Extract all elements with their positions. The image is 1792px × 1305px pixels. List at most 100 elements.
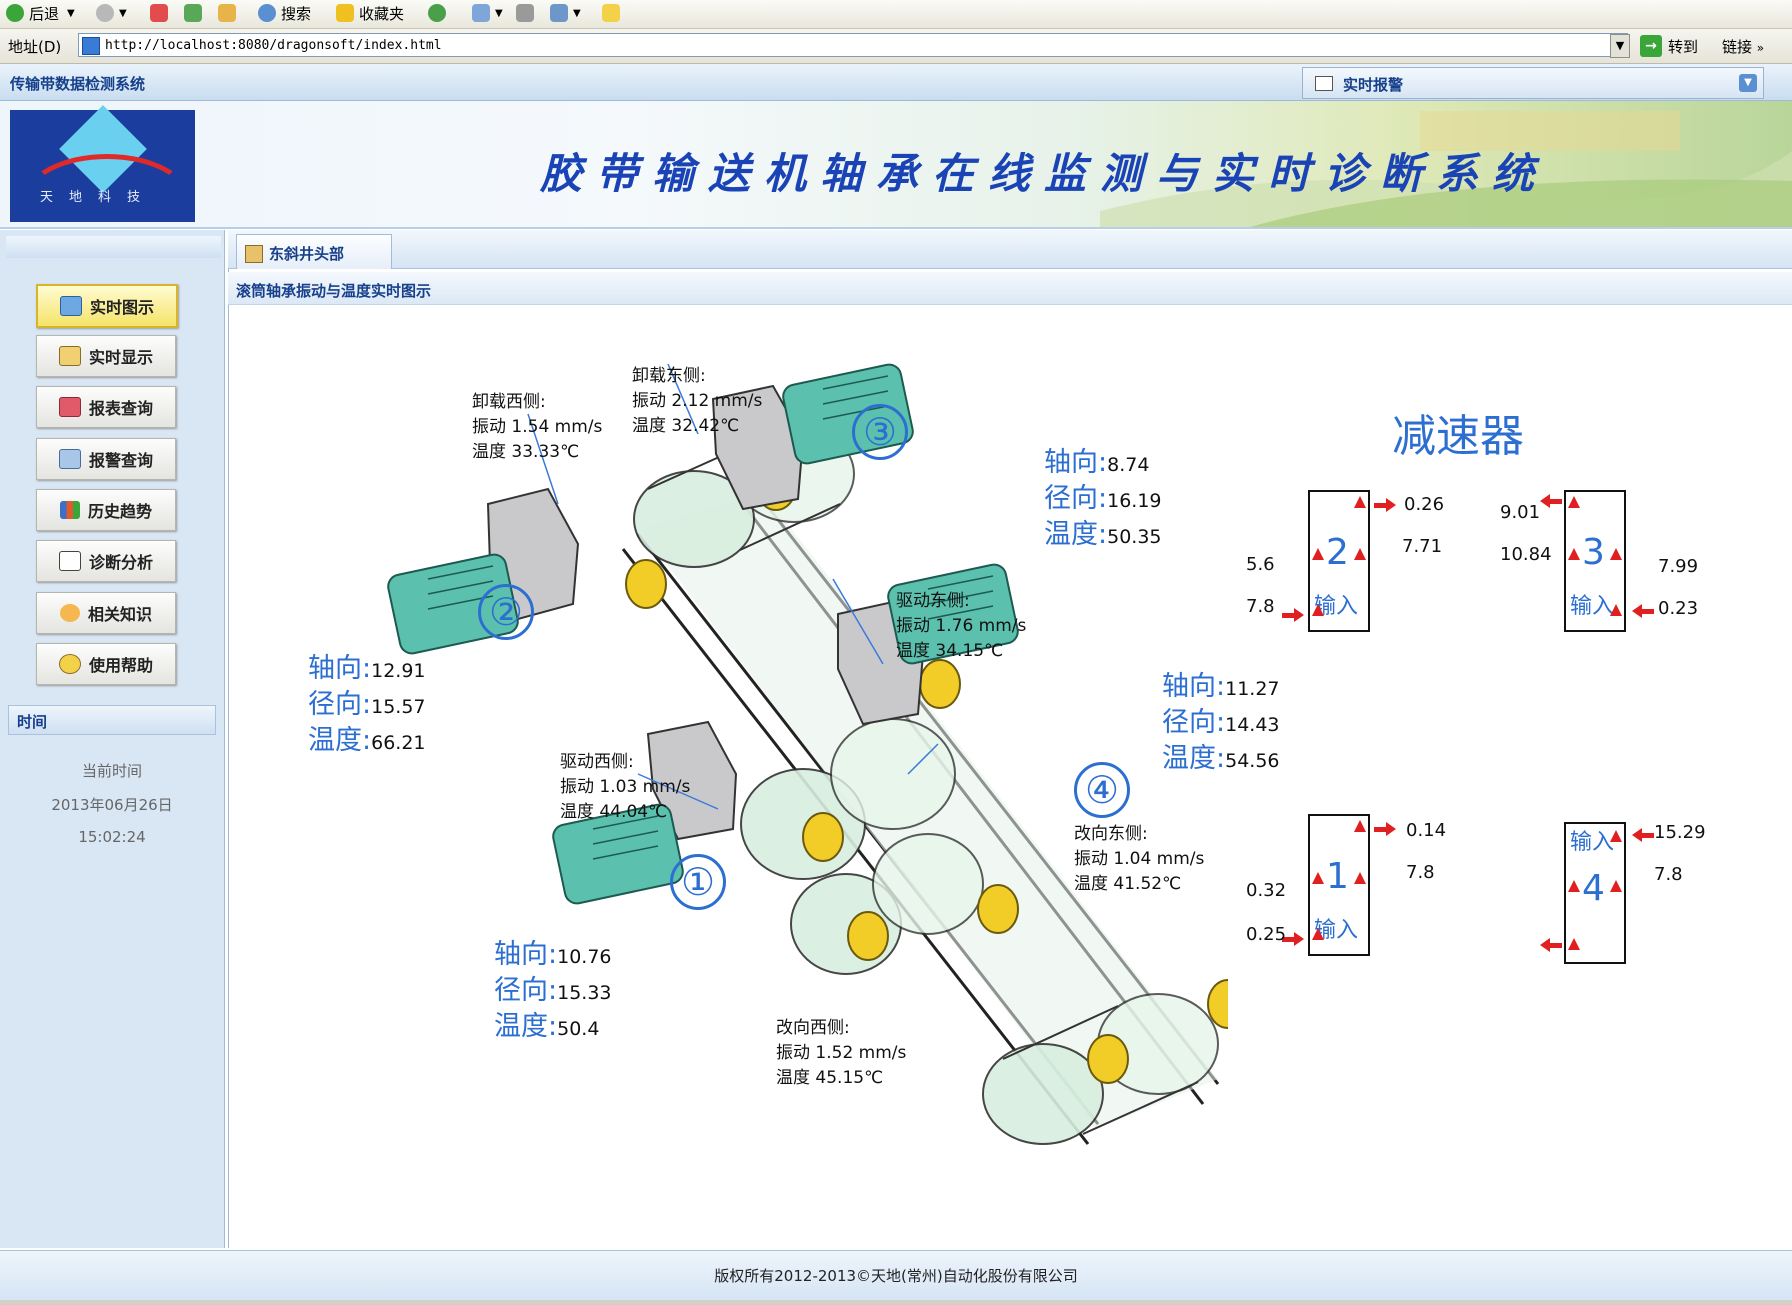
motor-4-radial: 14.43 xyxy=(1225,714,1280,736)
favorites-button[interactable]: 收藏夹 xyxy=(336,2,404,24)
nav-report-query[interactable]: 报表查询 xyxy=(36,386,176,428)
motor-2-readings: 轴向:12.91 径向:15.57 温度:66.21 xyxy=(308,653,426,756)
reducer-1-marker-input xyxy=(1312,928,1324,940)
bearing-vibration: 振动 2.12 mm/s xyxy=(632,391,763,411)
motor-3-temp: 50.35 xyxy=(1107,526,1162,548)
refresh-icon xyxy=(184,4,202,22)
print-button[interactable] xyxy=(516,2,539,24)
motor-2-axial: 12.91 xyxy=(371,660,426,682)
reducer-2-input-value: 7.8 xyxy=(1246,596,1275,617)
banner-title: 胶带输送机轴承在线监测与实时诊断系统 xyxy=(540,149,1549,198)
bearing-redirect-east: 改向东侧: 振动 1.04 mm/s 温度 41.52℃ xyxy=(1074,822,1204,897)
reducer-1-number: 1 xyxy=(1326,856,1349,897)
bearing-temperature: 温度 34.15℃ xyxy=(896,641,1004,661)
nav-realtime-diagram[interactable]: 实时图示 xyxy=(36,284,178,328)
bearing-unload-west: 卸载西侧: 振动 1.54 mm/s 温度 33.33℃ xyxy=(472,390,602,465)
bearing-temperature: 温度 32.42℃ xyxy=(632,416,740,436)
url-input[interactable]: http://localhost:8080/dragonsoft/index.h… xyxy=(78,33,1628,57)
nav-knowledge[interactable]: 相关知识 xyxy=(36,592,176,634)
motor-3-radial: 16.19 xyxy=(1107,490,1162,512)
reducer-2-marker-top xyxy=(1354,496,1366,508)
nav-alarm-query[interactable]: 报警查询 xyxy=(36,438,176,480)
reducer-2-arrow-in xyxy=(1282,608,1304,622)
sidebar xyxy=(0,230,225,1248)
browser-toolbar: 后退 ▼ ▼ 搜索 收藏夹 ▼ ▼ xyxy=(0,0,1792,29)
tab-label: 东斜井头部 xyxy=(269,245,345,263)
bearing-name: 驱动东侧: xyxy=(896,591,970,611)
reducer-1-top-value: 0.14 xyxy=(1406,820,1447,841)
search-button[interactable]: 搜索 xyxy=(258,2,311,24)
go-button[interactable]: → 转到 xyxy=(1640,35,1698,57)
reducer-4-marker-bottom xyxy=(1568,938,1580,950)
motor-2-number: ② xyxy=(478,584,534,640)
mail-button[interactable]: ▼ xyxy=(472,2,503,24)
reducer-1-right-value: 7.8 xyxy=(1406,862,1435,883)
bearing-drive-west: 驱动西侧: 振动 1.03 mm/s 温度 44.04℃ xyxy=(560,750,690,825)
page-icon xyxy=(82,37,100,55)
diagnosis-icon xyxy=(58,551,81,571)
tab-east-incline-head[interactable]: 东斜井头部 xyxy=(236,234,392,269)
edit-page-icon xyxy=(550,4,568,22)
motor-3-readings: 轴向:8.74 径向:16.19 温度:50.35 xyxy=(1044,447,1162,550)
reducer-3-arrow-out xyxy=(1540,494,1562,508)
back-button[interactable]: 后退 ▼ xyxy=(6,2,75,24)
nav-realtime-display[interactable]: 实时显示 xyxy=(36,335,176,377)
reducer-1-input-value: 0.25 xyxy=(1246,924,1287,945)
bearing-redirect-west: 改向西侧: 振动 1.52 mm/s 温度 45.15℃ xyxy=(776,1016,906,1091)
bearing-drive-east: 驱动东侧: 振动 1.76 mm/s 温度 34.15℃ xyxy=(896,589,1026,664)
reducer-4-input-label: 输入 xyxy=(1570,830,1615,855)
forward-button[interactable]: ▼ xyxy=(96,2,127,24)
bearing-vibration: 振动 1.76 mm/s xyxy=(896,616,1027,636)
time-panel-header: 时间 xyxy=(8,705,216,735)
bearing-unload-east: 卸载东侧: 振动 2.12 mm/s 温度 32.42℃ xyxy=(632,364,762,439)
reducer-3-top-value: 9.01 xyxy=(1500,502,1541,523)
print-icon xyxy=(516,4,534,22)
refresh-button[interactable] xyxy=(184,2,207,24)
alarm-list-icon xyxy=(1315,76,1333,91)
back-arrow-icon xyxy=(6,4,24,22)
nav-history-trend[interactable]: 历史趋势 xyxy=(36,489,176,531)
reducer-2-marker-left xyxy=(1312,548,1324,560)
edit-button[interactable]: ▼ xyxy=(550,2,581,24)
messenger-button[interactable] xyxy=(602,2,625,24)
current-time-caption: 当前时间 xyxy=(81,762,142,780)
bearing-vibration: 振动 1.04 mm/s xyxy=(1074,849,1205,869)
bearing-name: 驱动西侧: xyxy=(560,752,634,772)
reducer-1-left-value: 0.32 xyxy=(1246,880,1287,901)
realtime-alarm-dropdown[interactable]: 实时报警 ▼ xyxy=(1302,67,1764,99)
home-icon xyxy=(218,4,236,22)
chevron-down-icon[interactable]: ▼ xyxy=(1739,74,1757,92)
reducer-3-arrow-in xyxy=(1632,604,1654,618)
reducer-3-right-value: 7.99 xyxy=(1658,556,1699,577)
bearing-temperature: 温度 33.33℃ xyxy=(472,442,580,462)
browser-status-bar xyxy=(0,1300,1792,1305)
reducer-1-marker-top xyxy=(1354,820,1366,832)
company-logo: 天地科技 xyxy=(10,105,195,222)
bearing-temperature: 温度 44.04℃ xyxy=(560,802,668,822)
reducer-4-marker-top xyxy=(1610,830,1622,842)
reducer-4-marker-right xyxy=(1610,880,1622,892)
bearing-vibration: 振动 1.52 mm/s xyxy=(776,1043,907,1063)
reducer-2-marker-input xyxy=(1312,604,1324,616)
reducer-1-marker-right xyxy=(1354,872,1366,884)
section-header xyxy=(228,272,1792,305)
reducer-2-right-value: 7.71 xyxy=(1402,536,1443,557)
links-button[interactable]: 链接 » xyxy=(1722,36,1764,57)
footer: 版权所有2012-2013©天地(常州)自动化股份有限公司 xyxy=(0,1250,1792,1301)
bearing-temperature: 温度 41.52℃ xyxy=(1074,874,1182,894)
nav-help[interactable]: 使用帮助 xyxy=(36,643,176,685)
home-button[interactable] xyxy=(218,2,241,24)
url-dropdown-button[interactable]: ▼ xyxy=(1610,34,1630,58)
go-arrow-icon: → xyxy=(1640,35,1662,57)
stop-button[interactable] xyxy=(150,2,173,24)
motor-2-radial: 15.57 xyxy=(371,696,426,718)
stop-icon xyxy=(150,4,168,22)
history-icon xyxy=(428,4,446,22)
history-button[interactable] xyxy=(428,2,451,24)
address-label: 地址(D) xyxy=(8,38,62,56)
star-icon xyxy=(336,4,354,22)
nav-diagnosis[interactable]: 诊断分析 xyxy=(36,540,176,582)
motor-4-readings: 轴向:11.27 径向:14.43 温度:54.56 xyxy=(1162,671,1280,774)
motor-4-number: ④ xyxy=(1074,762,1130,818)
edit-icon xyxy=(58,346,81,366)
